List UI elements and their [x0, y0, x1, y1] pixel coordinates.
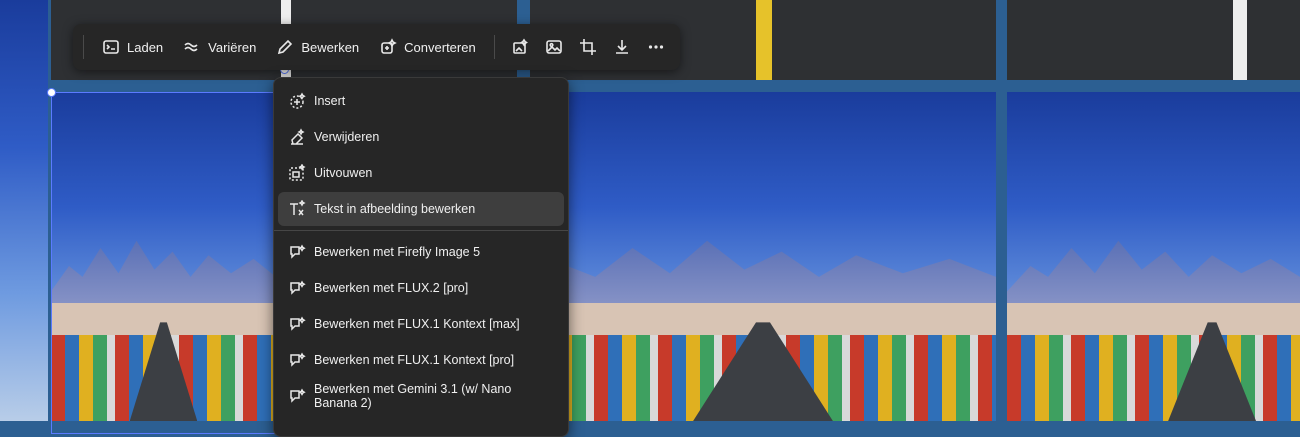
load-button-label: Laden: [127, 39, 164, 55]
edit-button[interactable]: Bewerken: [266, 30, 369, 64]
toolbar-divider: [493, 35, 495, 59]
image-tile-top-right[interactable]: [1007, 0, 1300, 80]
pencil-icon: [278, 39, 293, 55]
edit-dropdown-menu: Insert Verwijderen Uitvouwen Tekst in af…: [273, 77, 569, 437]
menu-item-label: Verwijderen: [314, 130, 380, 144]
sparkle-image-icon: [512, 38, 528, 54]
crop-button[interactable]: [571, 30, 605, 64]
chat-sparkle-icon: [290, 280, 306, 295]
menu-item-label: Bewerken met FLUX.1 Kontext [pro]: [314, 353, 515, 367]
menu-item-label: Tekst in afbeelding bewerken: [314, 202, 476, 216]
download-button[interactable]: [605, 30, 639, 64]
menu-item-edit-firefly-image-5[interactable]: Bewerken met Firefly Image 5: [278, 235, 564, 269]
menu-item-label: Uitvouwen: [314, 166, 373, 180]
wave-icon: [184, 42, 198, 52]
image-toolbar: Laden Variëren Bewerken Converteren: [73, 24, 680, 70]
image-tile-bottom-right[interactable]: [1007, 92, 1300, 421]
vary-button-label: Variëren: [208, 39, 257, 55]
crop-icon: [579, 39, 596, 55]
image-tile-bottom-middle[interactable]: [530, 92, 996, 421]
chat-sparkle-icon: [290, 352, 306, 367]
image-selection-frame: [51, 92, 278, 434]
more-icon: [648, 45, 663, 49]
menu-item-label: Bewerken met Gemini 3.1 (w/ Nano Banana …: [314, 382, 512, 410]
menu-divider: [274, 230, 568, 231]
image-icon: [545, 40, 562, 54]
resize-handle-top-left[interactable]: [47, 88, 56, 97]
menu-item-remove[interactable]: Verwijderen: [278, 120, 564, 154]
convert-button[interactable]: Converteren: [369, 30, 486, 64]
expand-icon: [289, 164, 306, 181]
erase-icon: [291, 128, 305, 145]
menu-item-label: Bewerken met FLUX.2 [pro]: [314, 281, 469, 295]
menu-item-edit-flux-1-kontext-max[interactable]: Bewerken met FLUX.1 Kontext [max]: [278, 307, 564, 341]
convert-button-label: Converteren: [404, 39, 476, 55]
chat-sparkle-icon: [290, 388, 306, 403]
load-button[interactable]: Laden: [92, 30, 173, 64]
menu-item-insert[interactable]: Insert: [278, 84, 564, 118]
download-icon: [615, 40, 628, 54]
image-tile-left-edge[interactable]: [0, 0, 48, 421]
menu-item-edit-text-in-image[interactable]: Tekst in afbeelding bewerken: [278, 192, 564, 226]
convert-icon: [381, 38, 397, 54]
menu-item-edit-flux-1-kontext-pro[interactable]: Bewerken met FLUX.1 Kontext [pro]: [278, 343, 564, 377]
generate-image-button[interactable]: [503, 30, 537, 64]
menu-item-label: Bewerken met FLUX.1 Kontext [max]: [314, 317, 520, 331]
menu-item-edit-flux-2-pro[interactable]: Bewerken met FLUX.2 [pro]: [278, 271, 564, 305]
image-button[interactable]: [537, 30, 571, 64]
toolbar-grip: [83, 35, 84, 59]
vary-button[interactable]: Variëren: [173, 30, 266, 64]
menu-item-edit-gemini-3-1[interactable]: Bewerken met Gemini 3.1 (w/ Nano Banana …: [278, 379, 564, 413]
text-edit-icon: [290, 200, 306, 216]
more-options-button[interactable]: [639, 30, 673, 64]
menu-item-expand[interactable]: Uitvouwen: [278, 156, 564, 190]
menu-item-label: Bewerken met Firefly Image 5: [314, 245, 481, 259]
terminal-icon: [103, 40, 119, 54]
menu-item-label: Insert: [314, 94, 346, 108]
chat-sparkle-icon: [290, 244, 306, 259]
insert-sparkle-icon: [290, 92, 306, 109]
edit-button-label: Bewerken: [301, 39, 360, 55]
chat-sparkle-icon: [290, 316, 306, 331]
